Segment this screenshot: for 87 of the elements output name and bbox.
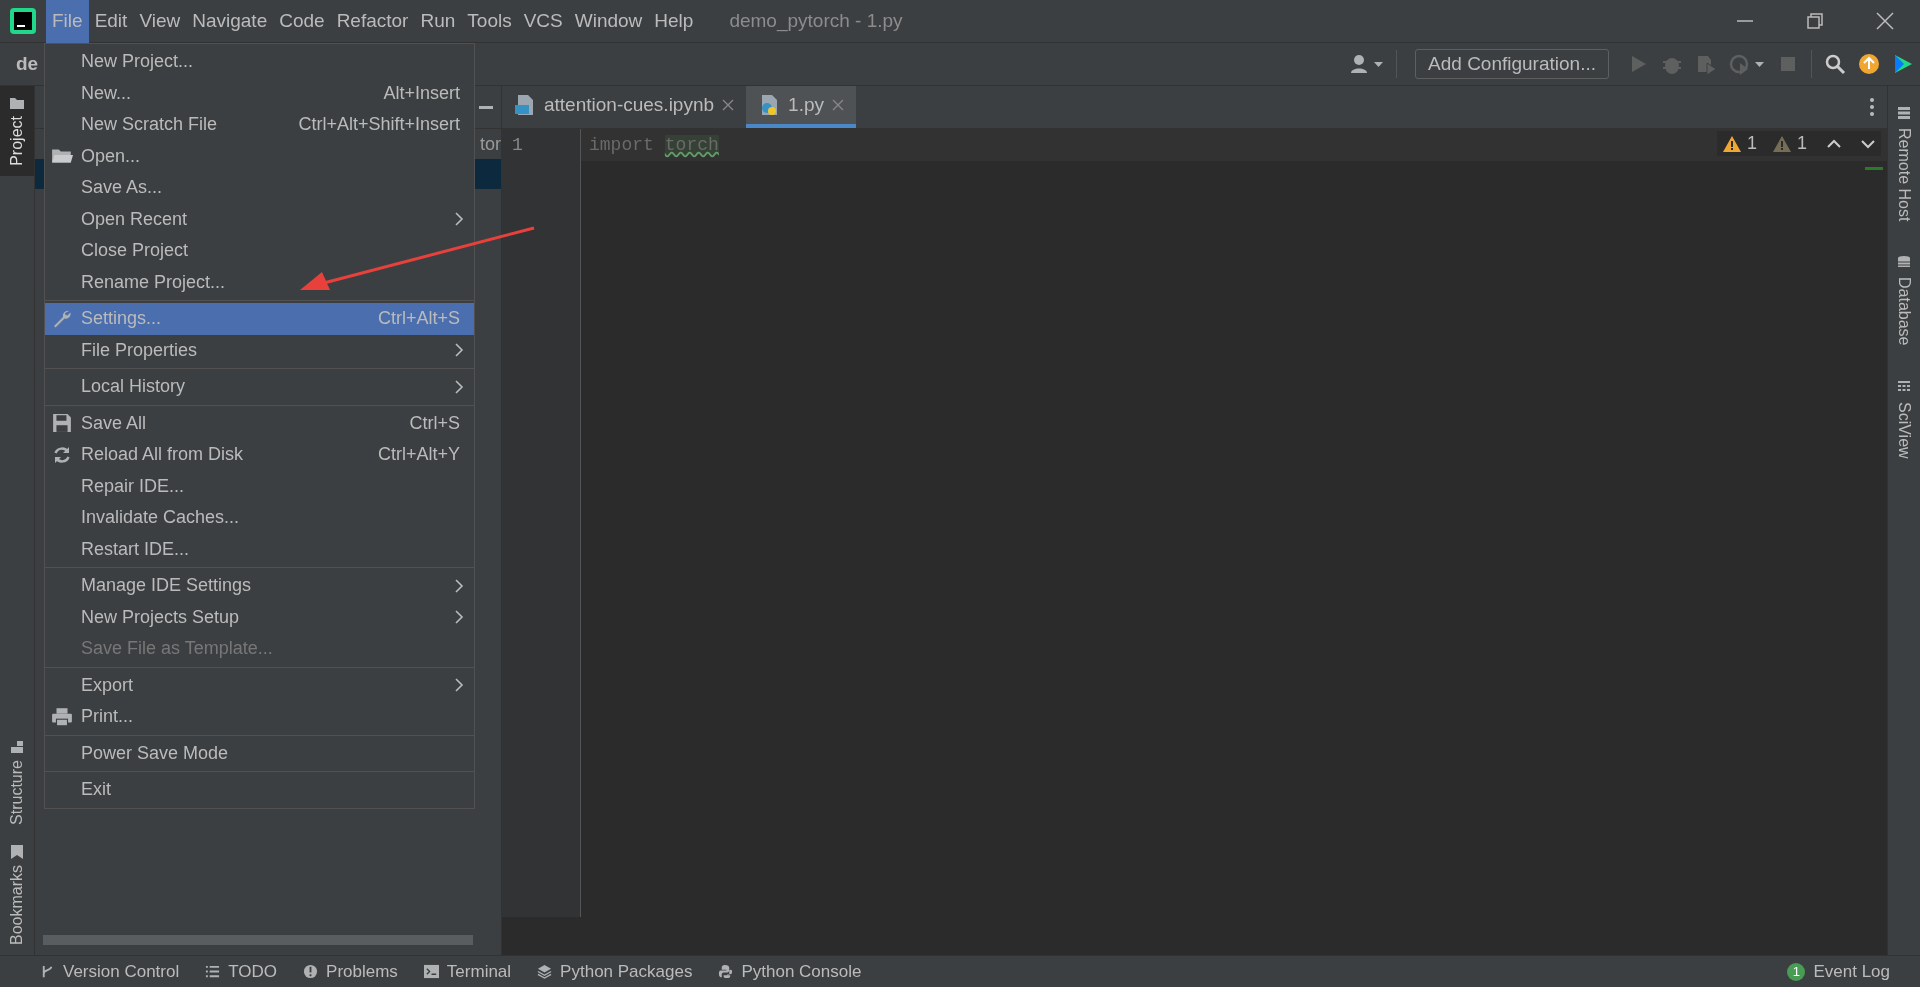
folder-icon — [10, 96, 24, 110]
branch-icon — [40, 964, 55, 979]
menu-item[interactable]: New Projects Setup — [45, 601, 474, 633]
python-icon — [718, 964, 734, 979]
tool-window-button[interactable]: Project — [0, 86, 34, 176]
menu-bar-item[interactable]: Refactor — [330, 0, 415, 43]
close-icon[interactable] — [1874, 10, 1896, 32]
warning-count: 1 — [1746, 133, 1757, 154]
tool-window-button[interactable]: SciView — [1895, 379, 1913, 459]
menu-bar-item[interactable]: Help — [648, 0, 700, 43]
weak-warning-count: 1 — [1797, 133, 1807, 154]
grid-icon — [1897, 379, 1911, 394]
menu-item[interactable]: Close Project — [45, 235, 474, 267]
weak-warning-icon[interactable] — [1773, 135, 1791, 152]
tool-window-button[interactable]: TODO — [205, 961, 278, 982]
hide-icon[interactable] — [479, 105, 493, 109]
layers-icon — [537, 964, 553, 979]
tool-window-button[interactable]: Version Control — [40, 961, 180, 982]
down-chevron-icon[interactable] — [1861, 138, 1875, 149]
warning-icon[interactable] — [1722, 135, 1741, 152]
menu-item[interactable]: New Project... — [45, 46, 474, 78]
breadcrumb[interactable]: de — [16, 53, 39, 75]
update-icon[interactable] — [1858, 53, 1880, 75]
server-icon — [1897, 106, 1911, 120]
add-configuration-button[interactable]: Add Configuration... — [1415, 49, 1609, 79]
menu-bar-item[interactable]: Code — [273, 0, 331, 43]
close-icon[interactable] — [722, 99, 735, 111]
menu-item[interactable]: New... Alt+Insert — [45, 77, 474, 109]
tool-window-button[interactable]: Terminal — [423, 961, 512, 982]
menu-item[interactable]: Reload All from Disk Ctrl+Alt+Y — [45, 439, 474, 471]
database-icon — [1897, 255, 1911, 270]
line-number: 1 — [511, 134, 524, 157]
alert-icon — [303, 964, 319, 979]
save-icon — [51, 413, 73, 434]
editor-tab[interactable]: 1.py — [746, 86, 856, 128]
menu-item[interactable]: Exit — [45, 774, 474, 806]
menu-bar-item[interactable]: View — [133, 0, 187, 43]
menu-item[interactable]: Rename Project... — [45, 266, 474, 298]
reload-icon — [51, 444, 73, 465]
list-icon — [205, 964, 221, 979]
restore-icon[interactable] — [1804, 10, 1826, 32]
menu-item[interactable]: Save All Ctrl+S — [45, 407, 474, 439]
editor-tab[interactable]: attention-cues.ipynb — [502, 86, 747, 128]
menu-item[interactable]: Power Save Mode — [45, 737, 474, 769]
menu-bar-item[interactable]: Tools — [461, 0, 518, 43]
menu-bar-item[interactable]: Window — [568, 0, 649, 43]
menu-bar-item[interactable]: Navigate — [186, 0, 274, 43]
project-tree-text: tor — [480, 133, 501, 155]
menu-item[interactable]: Local History — [45, 371, 474, 403]
tool-window-button[interactable]: Python Console — [718, 961, 862, 982]
tool-window-button[interactable]: Remote Host — [1895, 106, 1913, 222]
more-icon[interactable] — [1869, 97, 1875, 117]
user-icon[interactable] — [1350, 53, 1385, 75]
menu-item[interactable]: New Scratch File Ctrl+Alt+Shift+Insert — [45, 109, 474, 141]
menu-item[interactable]: Restart IDE... — [45, 533, 474, 565]
tool-window-button[interactable]: Python Packages — [537, 961, 693, 982]
structure-icon — [10, 740, 24, 755]
status-mark — [1865, 167, 1883, 170]
notebook-file-icon — [514, 94, 536, 116]
tool-window-button[interactable]: Problems — [303, 961, 398, 982]
bookmark-icon — [10, 844, 24, 859]
window-title: demo_pytorch - 1.py — [729, 10, 904, 32]
menu-item[interactable]: Open Recent — [45, 203, 474, 235]
event-log-button[interactable]: Event Log — [1813, 961, 1890, 982]
menu-item[interactable]: File Properties — [45, 334, 474, 366]
menu-item[interactable]: Repair IDE... — [45, 470, 474, 502]
plugin-logo[interactable] — [1892, 53, 1914, 75]
menu-item[interactable]: Save As... — [45, 172, 474, 204]
tool-window-button[interactable]: Structure — [0, 730, 34, 835]
profile-icon[interactable] — [1729, 53, 1765, 75]
app-logo — [10, 8, 36, 34]
menu-item[interactable]: Print... — [45, 701, 474, 733]
menu-bar-item[interactable]: Run — [414, 0, 462, 43]
menu-bar-item[interactable]: Edit — [88, 0, 134, 43]
event-count-badge: 1 — [1787, 962, 1806, 981]
tool-window-button[interactable]: Database — [1895, 255, 1913, 346]
menu-item[interactable]: Export — [45, 669, 474, 701]
menu-bar-item[interactable]: VCS — [517, 0, 569, 43]
up-chevron-icon[interactable] — [1827, 138, 1841, 149]
printer-icon — [51, 706, 73, 727]
scrollbar[interactable] — [43, 935, 473, 945]
tool-window-button[interactable]: Bookmarks — [0, 834, 34, 955]
menu-item[interactable]: Open... — [45, 140, 474, 172]
search-icon[interactable] — [1824, 53, 1846, 75]
terminal-icon — [423, 964, 439, 979]
menu-item[interactable]: Manage IDE Settings — [45, 570, 474, 602]
menu-item[interactable]: Invalidate Caches... — [45, 502, 474, 534]
